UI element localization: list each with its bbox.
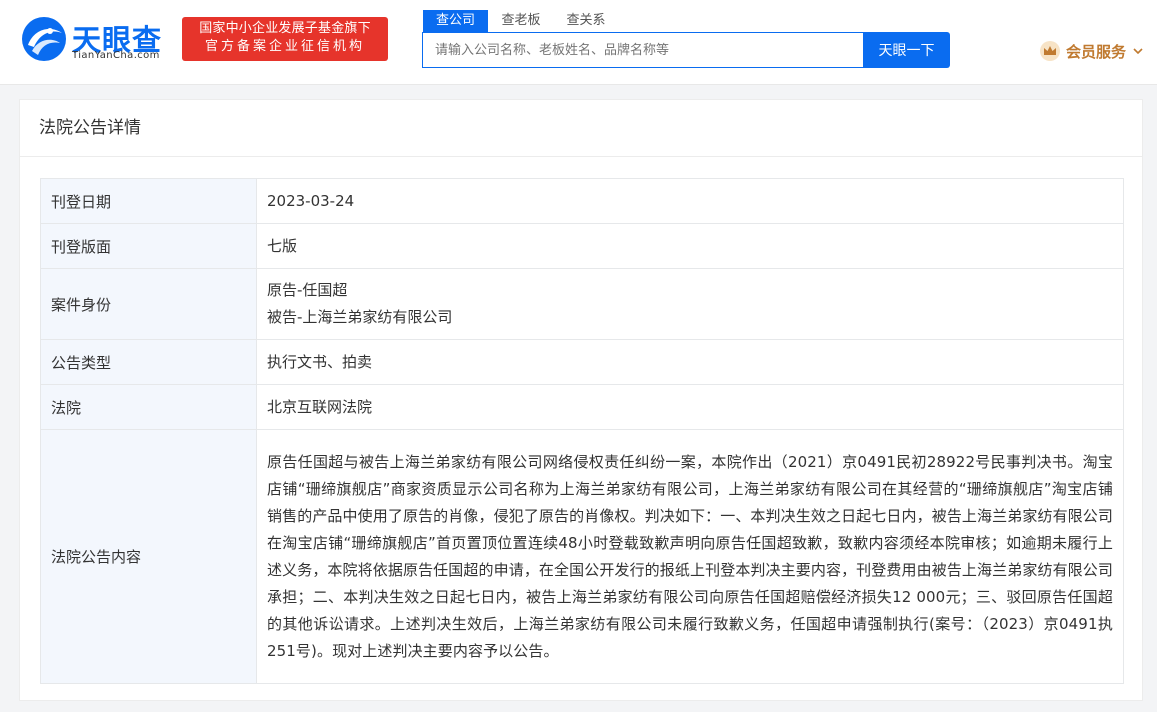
search-button[interactable]: 天眼一下 — [863, 32, 950, 68]
table-row: 法院 北京互联网法院 — [40, 384, 1124, 430]
party-roles-value: 原告-任国超 被告-上海兰弟家纺有限公司 — [256, 268, 1124, 340]
site-logo[interactable]: 天眼查 TianYanCha.com — [20, 15, 170, 65]
table-row: 刊登版面 七版 — [40, 223, 1124, 269]
row-label: 法院 — [40, 384, 257, 430]
official-banner: 国家中小企业发展子基金旗下 官方备案企业征信机构 — [182, 17, 388, 61]
publish-date-value: 2023-03-24 — [256, 178, 1124, 224]
defendant-line: 被告-上海兰弟家纺有限公司 — [267, 308, 453, 326]
search-bar: 天眼一下 — [422, 32, 950, 68]
table-row: 法院公告内容 原告任国超与被告上海兰弟家纺有限公司网络侵权责任纠纷一案，本院作出… — [40, 429, 1124, 684]
banner-line-2: 官方备案企业征信机构 — [204, 39, 365, 54]
top-header: 天眼查 TianYanCha.com 国家中小企业发展子基金旗下 官方备案企业征… — [0, 0, 1157, 85]
banner-line-1: 国家中小企业发展子基金旗下 — [199, 21, 371, 36]
vip-label: 会员服务 — [1066, 42, 1127, 61]
tab-search-relation[interactable]: 查关系 — [564, 10, 608, 32]
page-title: 法院公告详情 — [20, 100, 1142, 157]
court-name-value: 北京互联网法院 — [256, 384, 1124, 430]
plaintiff-line: 原告-任国超 — [267, 281, 348, 299]
row-label: 刊登版面 — [40, 223, 257, 269]
notice-content-value: 原告任国超与被告上海兰弟家纺有限公司网络侵权责任纠纷一案，本院作出（2021）京… — [256, 429, 1124, 684]
tab-search-boss[interactable]: 查老板 — [499, 10, 543, 32]
chevron-down-icon — [1133, 46, 1143, 57]
tab-search-company[interactable]: 查公司 — [423, 10, 488, 32]
vip-service-menu[interactable]: 会员服务 — [1040, 40, 1143, 62]
row-label: 刊登日期 — [40, 178, 257, 224]
tianyancha-logo-icon — [22, 17, 66, 61]
table-row: 刊登日期 2023-03-24 — [40, 178, 1124, 224]
crown-icon — [1040, 41, 1060, 61]
row-label: 法院公告内容 — [40, 429, 257, 684]
table-row: 案件身份 原告-任国超 被告-上海兰弟家纺有限公司 — [40, 268, 1124, 340]
notice-type-value: 执行文书、拍卖 — [256, 339, 1124, 385]
publish-page-value: 七版 — [256, 223, 1124, 269]
search-input[interactable] — [422, 32, 864, 68]
table-row: 公告类型 执行文书、拍卖 — [40, 339, 1124, 385]
notice-detail-table: 刊登日期 2023-03-24 刊登版面 七版 案件身份 原告-任国超 被告-上… — [40, 178, 1124, 684]
row-label: 公告类型 — [40, 339, 257, 385]
row-label: 案件身份 — [40, 268, 257, 340]
court-notice-card: 法院公告详情 刊登日期 2023-03-24 刊登版面 七版 案件身份 原告-任… — [19, 99, 1143, 701]
logo-domain: TianYanCha.com — [72, 50, 160, 61]
